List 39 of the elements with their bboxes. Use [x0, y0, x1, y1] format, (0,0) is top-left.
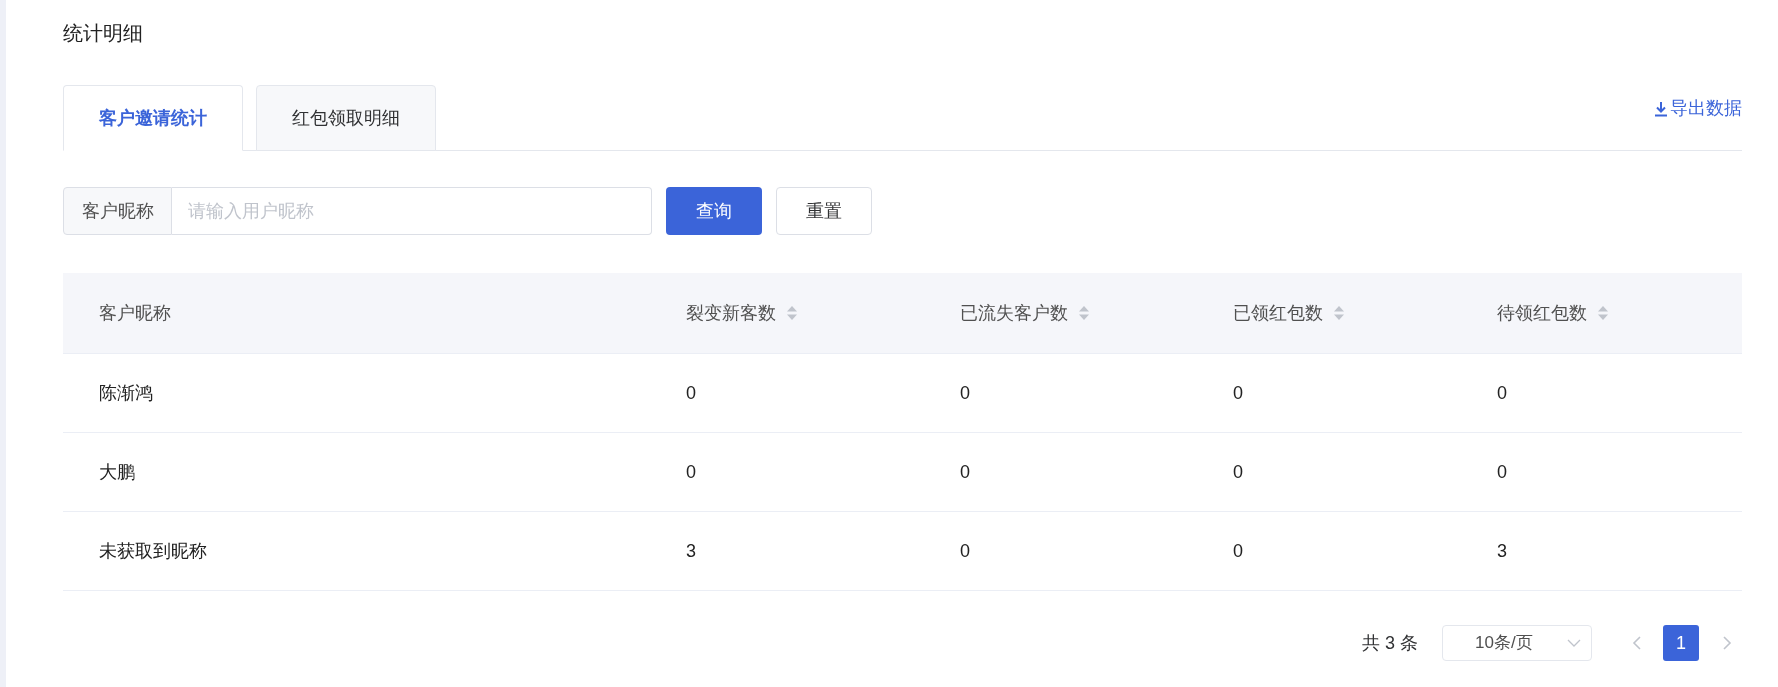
column-header[interactable]: 裂变新客数 [686, 299, 798, 327]
page-button[interactable]: 1 [1663, 625, 1699, 661]
field-label: 客户昵称 [63, 187, 172, 235]
column-header[interactable]: 已流失客户数 [960, 299, 1090, 327]
table-cell-text: 0 [960, 460, 970, 484]
sort-icon[interactable] [1597, 304, 1609, 322]
table-cell-text: 0 [960, 539, 970, 563]
table-cell-text: 0 [1233, 539, 1243, 563]
chevron-left-icon[interactable] [1632, 636, 1641, 650]
table-cell-text: 0 [1233, 381, 1243, 405]
query-button[interactable]: 查询 [666, 187, 762, 235]
column-header[interactable]: 待领红包数 [1497, 299, 1609, 327]
search-input[interactable]: 请输入用户昵称 [172, 187, 652, 235]
page-size-select[interactable]: 10条/页 [1442, 625, 1592, 661]
table-cell-text: 0 [686, 381, 696, 405]
sort-icon[interactable] [786, 304, 798, 322]
table-cell-text: 0 [960, 381, 970, 405]
table-cell-text: 3 [1497, 539, 1507, 563]
table-cell-text: 0 [1497, 381, 1507, 405]
column-header[interactable]: 已领红包数 [1233, 299, 1345, 327]
sort-icon[interactable] [1078, 304, 1090, 322]
table-cell-text: 陈渐鸿 [99, 381, 153, 405]
page-title: 统计明细 [63, 21, 144, 46]
table-cell-text: 0 [1497, 460, 1507, 484]
table-cell-text: 3 [686, 539, 696, 563]
tab[interactable]: 红包领取明细 [256, 85, 436, 151]
export-link[interactable]: 导出数据 [1654, 95, 1742, 122]
table-cell-text: 0 [1233, 460, 1243, 484]
table-cell-text: 0 [686, 460, 696, 484]
reset-button[interactable]: 重置 [776, 187, 872, 235]
chevron-right-icon[interactable] [1723, 636, 1732, 650]
chevron-down-icon [1567, 639, 1581, 647]
column-header: 客户昵称 [99, 301, 171, 325]
sort-icon[interactable] [1333, 304, 1345, 322]
tab[interactable]: 客户邀请统计 [63, 85, 243, 151]
table-cell-text: 大鹏 [99, 460, 135, 484]
download-icon [1654, 100, 1668, 117]
total-count: 共 3 条 [1362, 631, 1418, 655]
table-cell-text: 未获取到昵称 [99, 539, 207, 563]
